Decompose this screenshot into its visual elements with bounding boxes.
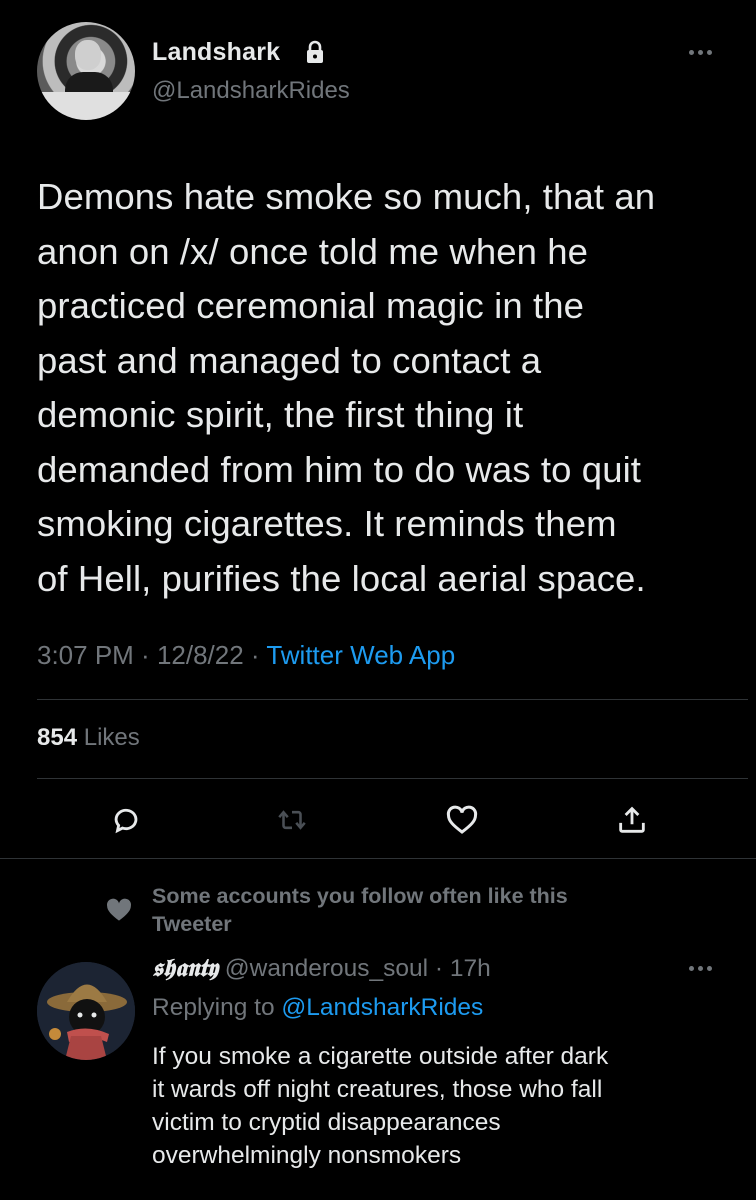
replying-prefix: Replying to [152,994,275,1021]
tweet-date[interactable]: 12/8/22 [157,640,244,670]
replying-to-link[interactable]: @LandsharkRides [281,994,483,1021]
likes-label: Likes [83,724,140,751]
reply-author-avatar[interactable] [37,962,135,1060]
reply-author-handle[interactable]: @wanderous_soul [225,955,428,982]
reply-button[interactable] [106,800,146,840]
tweet-time[interactable]: 3:07 PM [37,640,134,670]
tweet-meta: 3:07 PM · 12/8/22 · Twitter Web App [37,640,455,671]
tweet-text: Demons hate smoke so much, that an anon … [37,176,656,599]
reply-author-name[interactable]: 𝖘𝖍𝖆𝖓𝖙𝖞 [152,953,218,982]
section-divider [0,858,756,859]
likes-count[interactable]: 854 Likes [37,724,140,752]
like-button[interactable] [442,800,482,840]
divider [37,778,748,779]
meta-separator: · [243,640,267,670]
replying-to: Replying to @LandsharkRides [152,994,483,1022]
share-button[interactable] [612,800,652,840]
meta-separator: · [133,640,157,670]
reply-icon [114,808,138,834]
reply-more-options-icon[interactable] [682,960,718,976]
retweet-button[interactable] [272,800,312,840]
author-avatar[interactable] [37,22,135,120]
lock-icon [307,40,323,63]
likes-number: 854 [37,724,78,751]
social-heart-icon [106,898,132,921]
author-handle[interactable]: @LandsharkRides [152,77,350,105]
reply-time[interactable]: 17h [450,955,491,982]
divider [37,699,748,700]
reply-text: If you smoke a cigarette outside after d… [152,1043,609,1169]
reply-header: 𝖘𝖍𝖆𝖓𝖙𝖞 @wanderous_soul · 17h [152,953,491,983]
author-name[interactable]: Landshark [152,38,280,67]
more-options-icon[interactable] [682,44,718,60]
avatar-illustration [37,962,135,1060]
share-icon [619,806,645,833]
meta-separator: · [428,955,450,982]
social-context: Some accounts you follow often like this… [152,884,568,936]
tweet-source[interactable]: Twitter Web App [266,640,455,670]
heart-icon [446,805,478,834]
retweet-icon [278,810,306,830]
